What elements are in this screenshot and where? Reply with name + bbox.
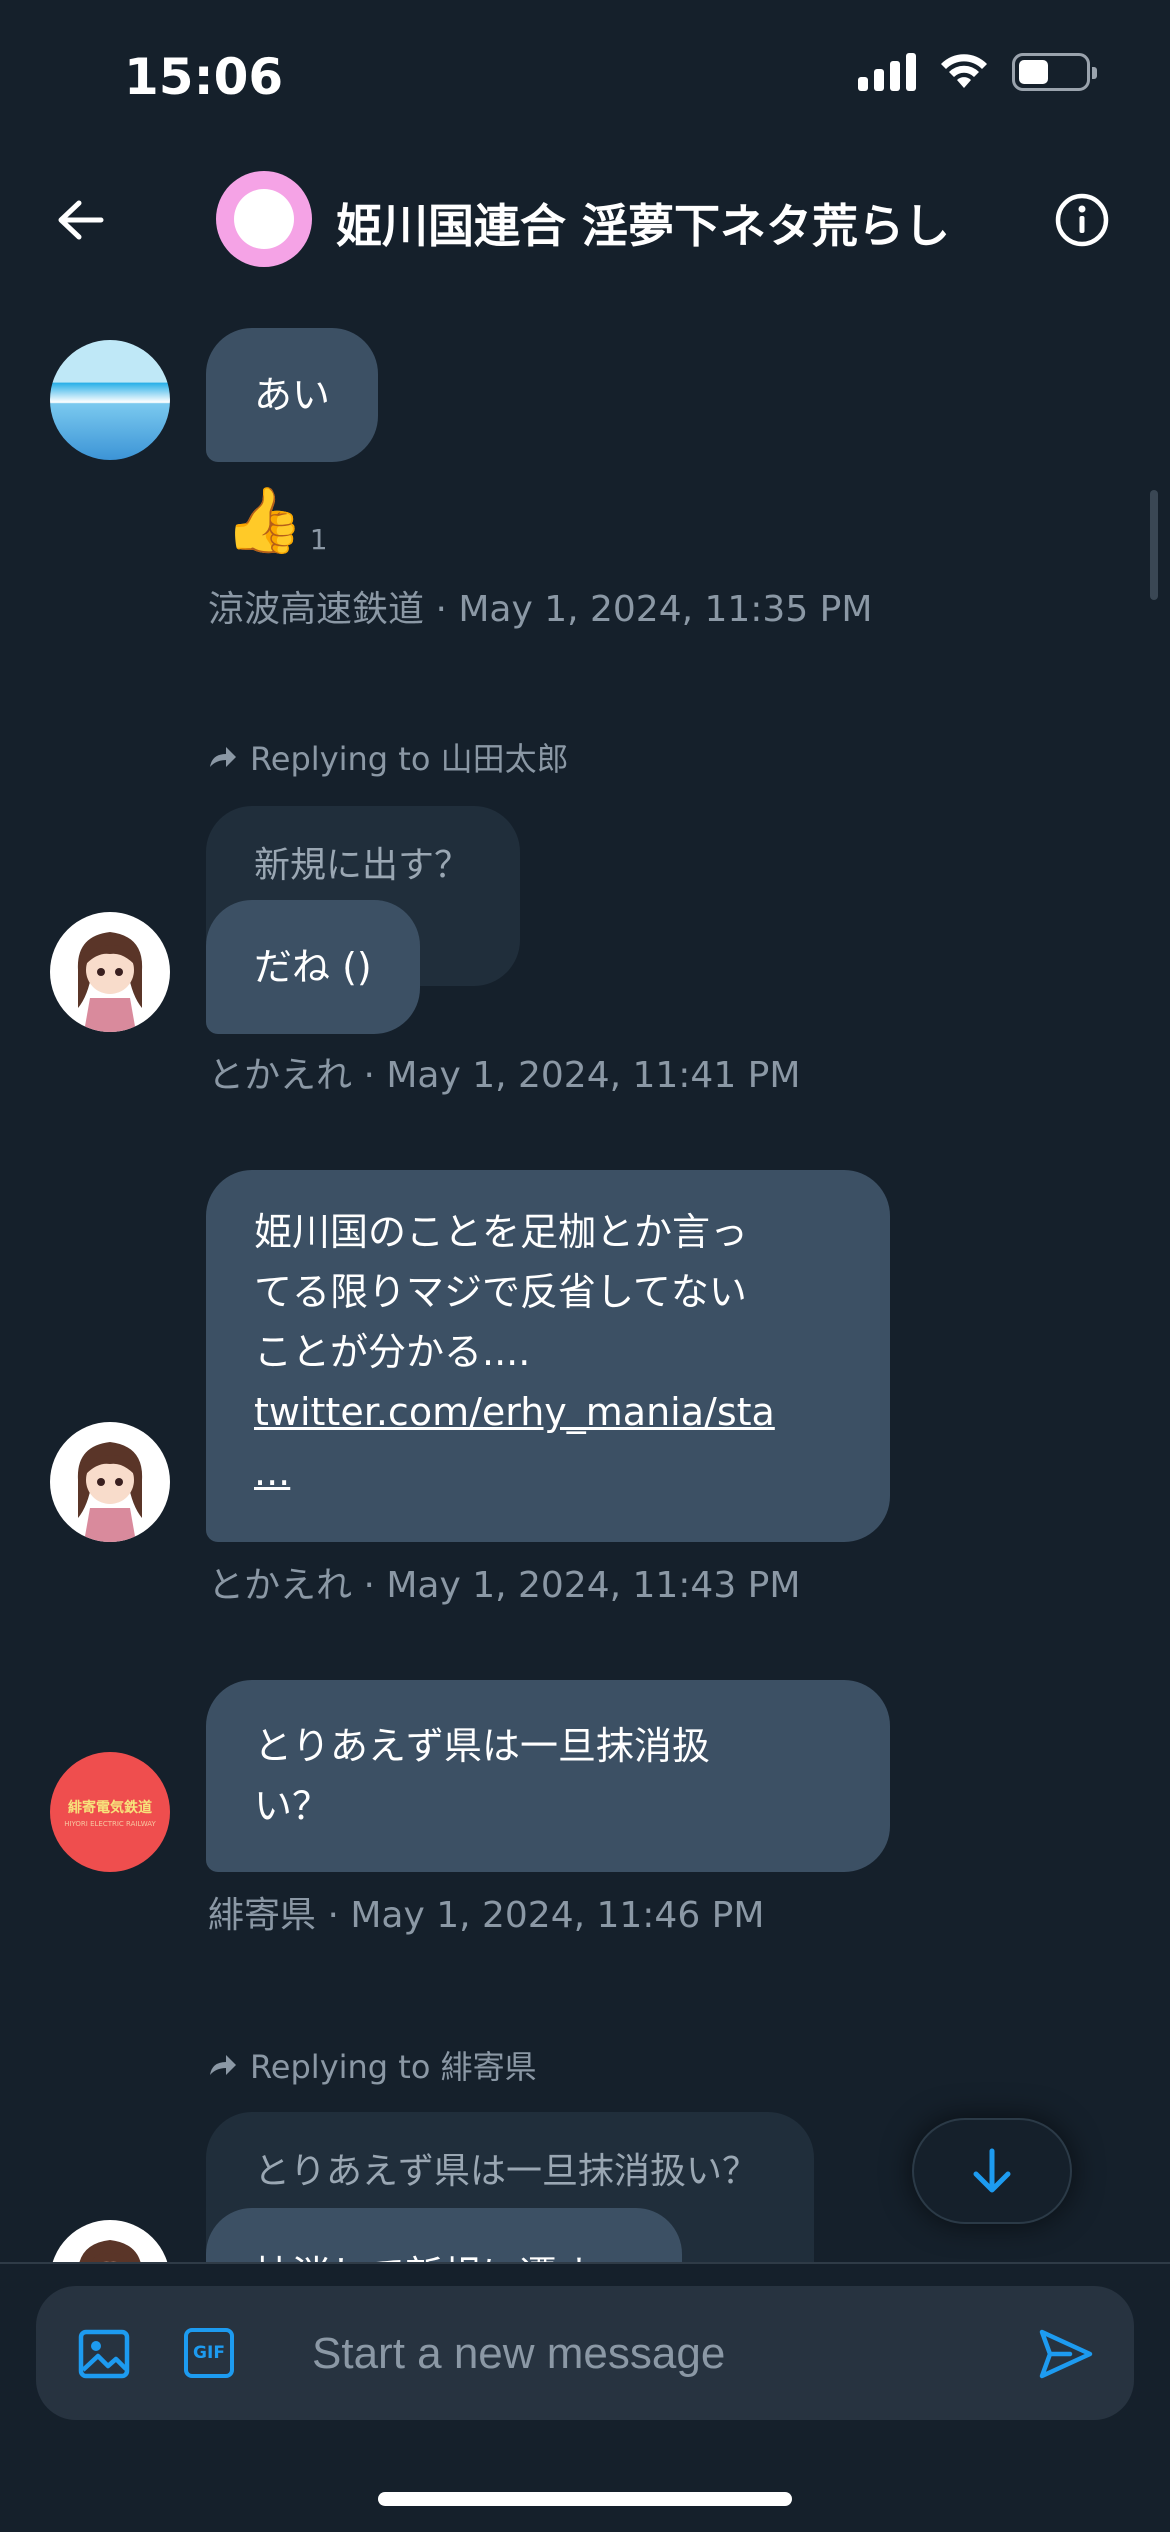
quoted-text: 新規に出す？ xyxy=(254,845,471,886)
conversation-title[interactable]: 姫川国連合 淫夢下ネタ荒らし xyxy=(336,190,950,256)
message-link[interactable]: twitter.com/erhy_mania/sta xyxy=(254,1382,842,1442)
message-text: だね () xyxy=(254,945,372,989)
message-line: てる限りマジで反省してない xyxy=(254,1270,747,1314)
scroll-to-bottom-button[interactable] xyxy=(912,2118,1072,2224)
message-meta: 涼波高速鉄道 · May 1, 2024, 11:35 PM xyxy=(208,589,873,630)
status-bar: 15:06 xyxy=(0,0,1170,150)
message-input[interactable] xyxy=(312,2316,1012,2392)
conversation-header: 姫川国連合 淫夢下ネタ荒らし xyxy=(0,150,1170,290)
image-icon xyxy=(78,2329,130,2379)
send-button[interactable] xyxy=(1036,2324,1096,2384)
reaction[interactable]: 👍 1 xyxy=(224,486,328,556)
avatar-logo-sub: HIYORI ELECTRIC RAILWAY xyxy=(64,1819,156,1828)
message-text: 抹消して新規に遷す xyxy=(254,2253,595,2262)
reply-indicator: Replying to 緋寄県 xyxy=(208,2042,537,2088)
message-line: い？ xyxy=(254,1784,331,1828)
add-gif-button[interactable]: GIF xyxy=(184,2328,234,2378)
arrow-left-icon xyxy=(58,200,104,240)
message-meta: とかえれ · May 1, 2024, 11:41 PM xyxy=(208,1055,801,1096)
sender-avatar[interactable] xyxy=(50,340,170,460)
message-bubble[interactable]: とりあえず県は一旦抹消扱 い？ xyxy=(206,1680,890,1872)
message-line: 姫川国のことを足枷とか言っ xyxy=(254,1210,749,1254)
message-bubble[interactable]: 姫川国のことを足枷とか言っ てる限りマジで反省してない ことが分かる.... t… xyxy=(206,1170,890,1542)
message-line: ことが分かる.... xyxy=(254,1330,531,1374)
battery-level xyxy=(1019,60,1048,84)
message-text: あい xyxy=(254,373,331,417)
avatar-logo: 緋寄電気鉄道 xyxy=(68,1799,152,1816)
thumbs-up-icon: 👍 xyxy=(224,484,304,558)
message-list[interactable]: あい 👍 1 涼波高速鉄道 · May 1, 2024, 11:35 PM Re… xyxy=(0,290,1170,2262)
reply-indicator: Replying to 山田太郎 xyxy=(208,734,569,780)
quoted-text: とりあえず県は一旦抹消扱い？ xyxy=(254,2151,759,2192)
info-button[interactable] xyxy=(1054,192,1110,248)
composer: GIF xyxy=(36,2286,1134,2420)
status-icons xyxy=(858,52,1097,92)
sender-avatar[interactable] xyxy=(50,2220,170,2262)
reply-icon xyxy=(210,747,236,767)
status-time: 15:06 xyxy=(124,48,284,106)
back-button[interactable] xyxy=(50,190,110,250)
message-line: とりあえず県は一旦抹消扱 xyxy=(254,1724,711,1768)
arrow-down-icon xyxy=(973,2148,1011,2193)
home-indicator[interactable] xyxy=(378,2492,792,2506)
message-bubble[interactable]: あい xyxy=(206,328,379,462)
cellular-signal-icon xyxy=(858,53,916,91)
wifi-icon xyxy=(941,54,987,88)
sender-avatar[interactable]: 緋寄電気鉄道 HIYORI ELECTRIC RAILWAY xyxy=(50,1752,170,1872)
message-bubble[interactable]: だね () xyxy=(206,900,420,1034)
sender-avatar[interactable] xyxy=(50,1422,170,1542)
scrollbar[interactable] xyxy=(1150,490,1158,600)
composer-area: GIF xyxy=(0,2262,1170,2532)
group-avatar[interactable] xyxy=(216,171,312,267)
message-link-end[interactable]: ... xyxy=(254,1442,842,1502)
battery-icon xyxy=(1012,53,1097,91)
reaction-count: 1 xyxy=(309,523,328,556)
reply-label: Replying to 山田太郎 xyxy=(250,740,569,778)
reply-icon xyxy=(210,2055,236,2075)
add-image-button[interactable] xyxy=(76,2326,132,2382)
sender-avatar[interactable] xyxy=(50,912,170,1032)
message-bubble[interactable]: 抹消して新規に遷す xyxy=(206,2208,682,2262)
message-meta: とかえれ · May 1, 2024, 11:43 PM xyxy=(208,1565,801,1606)
reply-label: Replying to 緋寄県 xyxy=(250,2048,537,2086)
message-meta: 緋寄県 · May 1, 2024, 11:46 PM xyxy=(208,1895,765,1936)
info-icon xyxy=(1055,193,1109,247)
send-icon xyxy=(1039,2329,1093,2379)
gif-label: GIF xyxy=(193,2343,225,2363)
